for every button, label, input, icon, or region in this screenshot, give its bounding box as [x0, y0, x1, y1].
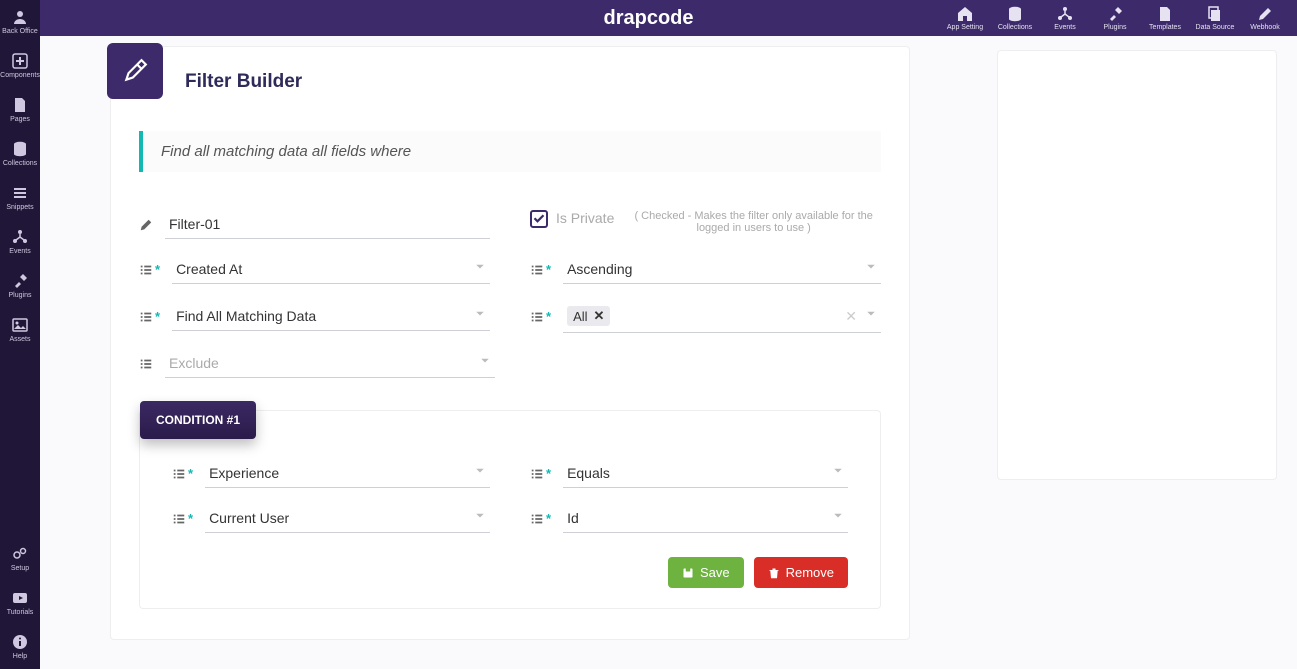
condition-field-select[interactable]: Experience — [205, 459, 490, 488]
condition-badge: CONDITION #1 — [140, 401, 256, 439]
is-private-hint: ( Checked - Makes the filter only availa… — [626, 210, 881, 234]
brand-logo: drapcode — [603, 7, 693, 30]
toolbar-webhook[interactable]: Webhook — [1243, 0, 1287, 36]
rail-snippets[interactable]: Snippets — [0, 176, 40, 220]
list-icon: * — [530, 511, 551, 526]
list-icon: * — [139, 309, 160, 324]
rail-collections[interactable]: Collections — [0, 132, 40, 176]
remove-button[interactable]: Remove — [754, 557, 848, 588]
rail-events[interactable]: Events — [0, 220, 40, 264]
rail-components[interactable]: Components — [0, 44, 40, 88]
chevron-down-icon — [474, 464, 486, 482]
toolbar-data-source[interactable]: Data Source — [1193, 0, 1237, 36]
list-icon: * — [172, 466, 193, 481]
list-icon: * — [172, 511, 193, 526]
list-icon: * — [530, 466, 551, 481]
is-private-checkbox[interactable] — [530, 210, 548, 228]
edit-badge-icon — [107, 43, 163, 99]
list-icon: * — [139, 262, 160, 277]
rail-assets[interactable]: Assets — [0, 308, 40, 352]
clear-all-icon[interactable]: ✕ — [845, 308, 857, 325]
list-icon: * — [530, 262, 551, 277]
sort-field-select[interactable]: Created At — [172, 255, 490, 284]
chevron-down-icon — [474, 509, 486, 527]
toolbar-events[interactable]: Events — [1043, 0, 1087, 36]
right-panel — [997, 50, 1277, 480]
filter-description: Find all matching data all fields where — [139, 131, 881, 172]
condition-source-select[interactable]: Current User — [205, 504, 490, 533]
toolbar-plugins[interactable]: Plugins — [1093, 0, 1137, 36]
chevron-down-icon — [474, 260, 486, 278]
rail-back-office[interactable]: Back Office — [0, 0, 40, 44]
chevron-down-icon — [865, 307, 877, 325]
toolbar-templates[interactable]: Templates — [1143, 0, 1187, 36]
rail-pages[interactable]: Pages — [0, 88, 40, 132]
chevron-down-icon — [832, 464, 844, 482]
exclude-select[interactable]: Exclude — [165, 349, 495, 378]
list-icon — [139, 357, 153, 371]
toolbar-collections[interactable]: Collections — [993, 0, 1037, 36]
is-private-label: Is Private — [556, 210, 614, 226]
match-type-select[interactable]: Find All Matching Data — [172, 302, 490, 331]
chevron-down-icon — [474, 307, 486, 325]
chevron-down-icon — [865, 260, 877, 278]
rail-tutorials[interactable]: Tutorials — [0, 581, 40, 625]
page-title: Filter Builder — [185, 71, 889, 93]
filter-name-input[interactable] — [165, 210, 490, 239]
filter-builder-card: Filter Builder Find all matching data al… — [110, 46, 910, 640]
rail-setup[interactable]: Setup — [0, 537, 40, 581]
rail-help[interactable]: Help — [0, 625, 40, 669]
chevron-down-icon — [832, 509, 844, 527]
sort-order-select[interactable]: Ascending — [563, 255, 881, 284]
condition-operator-select[interactable]: Equals — [563, 459, 848, 488]
chip-remove-icon[interactable]: ✕ — [594, 308, 605, 324]
rail-plugins[interactable]: Plugins — [0, 264, 40, 308]
chevron-down-icon — [479, 354, 491, 372]
fields-multiselect[interactable]: All✕ ✕ — [563, 300, 881, 333]
condition-key-select[interactable]: Id — [563, 504, 848, 533]
tag-chip[interactable]: All✕ — [567, 306, 610, 326]
pencil-icon — [139, 218, 153, 232]
list-icon: * — [530, 309, 551, 324]
condition-card: CONDITION #1 * Experience * Equals — [139, 410, 881, 609]
save-button[interactable]: Save — [668, 557, 744, 588]
toolbar-app-setting[interactable]: App Setting — [943, 0, 987, 36]
